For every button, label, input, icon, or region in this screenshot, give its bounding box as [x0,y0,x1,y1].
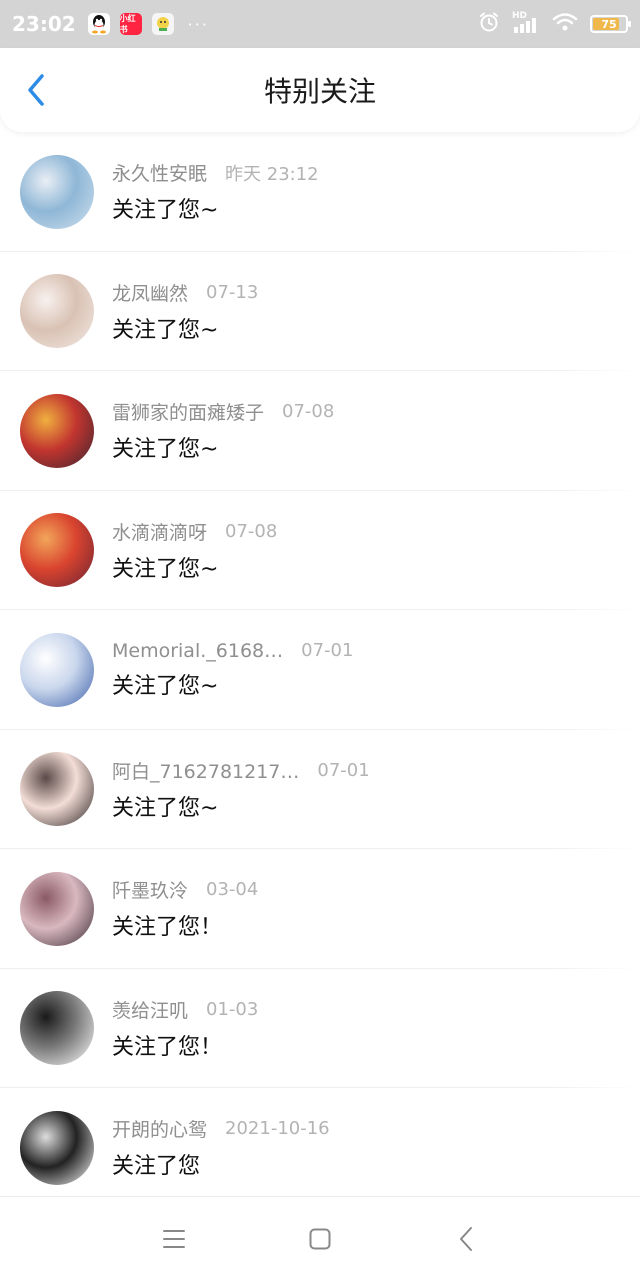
notification-meta: 永久性安眠 昨天 23:12 [112,159,319,186]
page-title: 特别关注 [263,75,376,108]
notification-meta: 羡给汪叽 01-03 [112,996,258,1023]
avatar[interactable] [20,154,94,229]
status-time: 23:02 [12,12,76,36]
home-square-icon [309,1228,331,1249]
notification-message: 关注了您~ [112,556,219,582]
notification-content: 阿白_7162781217… 07-01 关注了您~ [112,757,370,822]
avatar[interactable] [20,632,94,707]
special-follow-list[interactable]: 永久性安眠 昨天 23:12 关注了您~ 龙凤幽然 07-13 关注了您~ 雷狮家的面瘫矮子… [0,132,640,1194]
notification-content: 龙凤幽然 07-13 关注了您~ [112,279,258,344]
status-bar: 23:02 小红书 ··· HD 75 [0,0,640,48]
avatar[interactable] [20,871,94,946]
battery-icon: 75 [590,15,631,33]
timestamp: 2021-10-16 [225,1118,330,1140]
battery-level: 75 [601,17,617,31]
user-name[interactable]: 水滴滴滴呀 [112,518,207,545]
user-name[interactable]: 开朗的心鸳 [112,1115,207,1142]
home-button[interactable] [290,1209,350,1269]
notification-message: 关注了您~ [112,437,219,463]
notification-message: 关注了您！ [112,915,223,941]
header-bar: 特别关注 [0,48,640,132]
user-name[interactable]: 阡墨玖泠 [112,876,188,903]
timestamp: 01-03 [206,998,259,1020]
notification-message: 关注了您~ [112,795,219,821]
list-item[interactable]: 水滴滴滴呀 07-08 关注了您~ [0,491,640,610]
timestamp: 07-08 [225,520,278,542]
list-item[interactable]: 开朗的心鸳 2021-10-16 关注了您 [0,1088,640,1194]
user-name[interactable]: 永久性安眠 [112,159,207,186]
signal-icon: HD [512,11,540,35]
back-triangle-icon [460,1226,472,1251]
notification-message: 关注了您~ [112,673,219,699]
menu-icon [163,1229,185,1248]
avatar[interactable] [20,991,94,1066]
user-name[interactable]: Memorial._6168… [112,640,283,662]
avatar[interactable] [20,393,94,468]
notification-content: 开朗的心鸳 2021-10-16 关注了您 [112,1115,330,1180]
app-icon [151,13,174,35]
notification-meta: 水滴滴滴呀 07-08 [112,518,277,545]
timestamp: 07-08 [282,401,335,423]
qq-icon [87,13,110,35]
list-item[interactable]: 永久性安眠 昨天 23:12 关注了您~ [0,132,640,252]
back-nav-button[interactable] [436,1209,496,1269]
notification-message: 关注了您~ [112,198,219,224]
chevron-left-icon [28,74,44,106]
xiaohongshu-icon: 小红书 [119,13,142,35]
xiaohongshu-label: 小红书 [119,14,136,34]
list-item[interactable]: 阿白_7162781217… 07-01 关注了您~ [0,730,640,849]
list-item[interactable]: 阡墨玖泠 03-04 关注了您！ [0,849,640,969]
notification-message: 关注了您~ [112,317,219,343]
avatar[interactable] [20,513,94,588]
avatar[interactable] [20,274,94,349]
list-item[interactable]: 雷狮家的面瘫矮子 07-08 关注了您~ [0,371,640,491]
alarm-icon [478,11,500,37]
list-item[interactable]: 羡给汪叽 01-03 关注了您！ [0,969,640,1088]
timestamp: 07-01 [317,759,370,781]
more-notifications-icon: ··· [187,14,209,34]
notification-message: 关注了您 [112,1154,201,1180]
avatar[interactable] [20,1110,94,1185]
timestamp: 07-01 [301,640,354,662]
notification-meta: 阿白_7162781217… 07-01 [112,757,370,784]
notification-message: 关注了您！ [112,1034,223,1060]
notification-meta: 开朗的心鸳 2021-10-16 [112,1115,330,1142]
notification-meta: 龙凤幽然 07-13 [112,279,258,306]
wifi-icon [552,12,578,36]
notification-content: 阡墨玖泠 03-04 关注了您！ [112,876,258,941]
list-item[interactable]: Memorial._6168… 07-01 关注了您~ [0,610,640,730]
user-name[interactable]: 羡给汪叽 [112,996,188,1023]
notification-content: 水滴滴滴呀 07-08 关注了您~ [112,518,277,583]
menu-button[interactable] [144,1209,204,1269]
user-name[interactable]: 雷狮家的面瘫矮子 [112,398,264,425]
timestamp: 昨天 23:12 [225,163,319,185]
user-name[interactable]: 龙凤幽然 [112,279,188,306]
back-button[interactable] [18,72,54,108]
notification-meta: 雷狮家的面瘫矮子 07-08 [112,398,334,425]
list-item[interactable]: 龙凤幽然 07-13 关注了您~ [0,252,640,371]
notification-content: 雷狮家的面瘫矮子 07-08 关注了您~ [112,398,334,463]
notification-content: 永久性安眠 昨天 23:12 关注了您~ [112,159,319,224]
avatar[interactable] [20,752,94,827]
timestamp: 03-04 [206,879,259,901]
system-nav-bar [0,1196,640,1280]
user-name[interactable]: 阿白_7162781217… [112,757,299,784]
notification-content: 羡给汪叽 01-03 关注了您！ [112,996,258,1061]
notification-content: Memorial._6168… 07-01 关注了您~ [112,640,353,700]
notification-meta: 阡墨玖泠 03-04 [112,876,258,903]
notification-meta: Memorial._6168… 07-01 [112,640,353,662]
timestamp: 07-13 [206,281,259,303]
